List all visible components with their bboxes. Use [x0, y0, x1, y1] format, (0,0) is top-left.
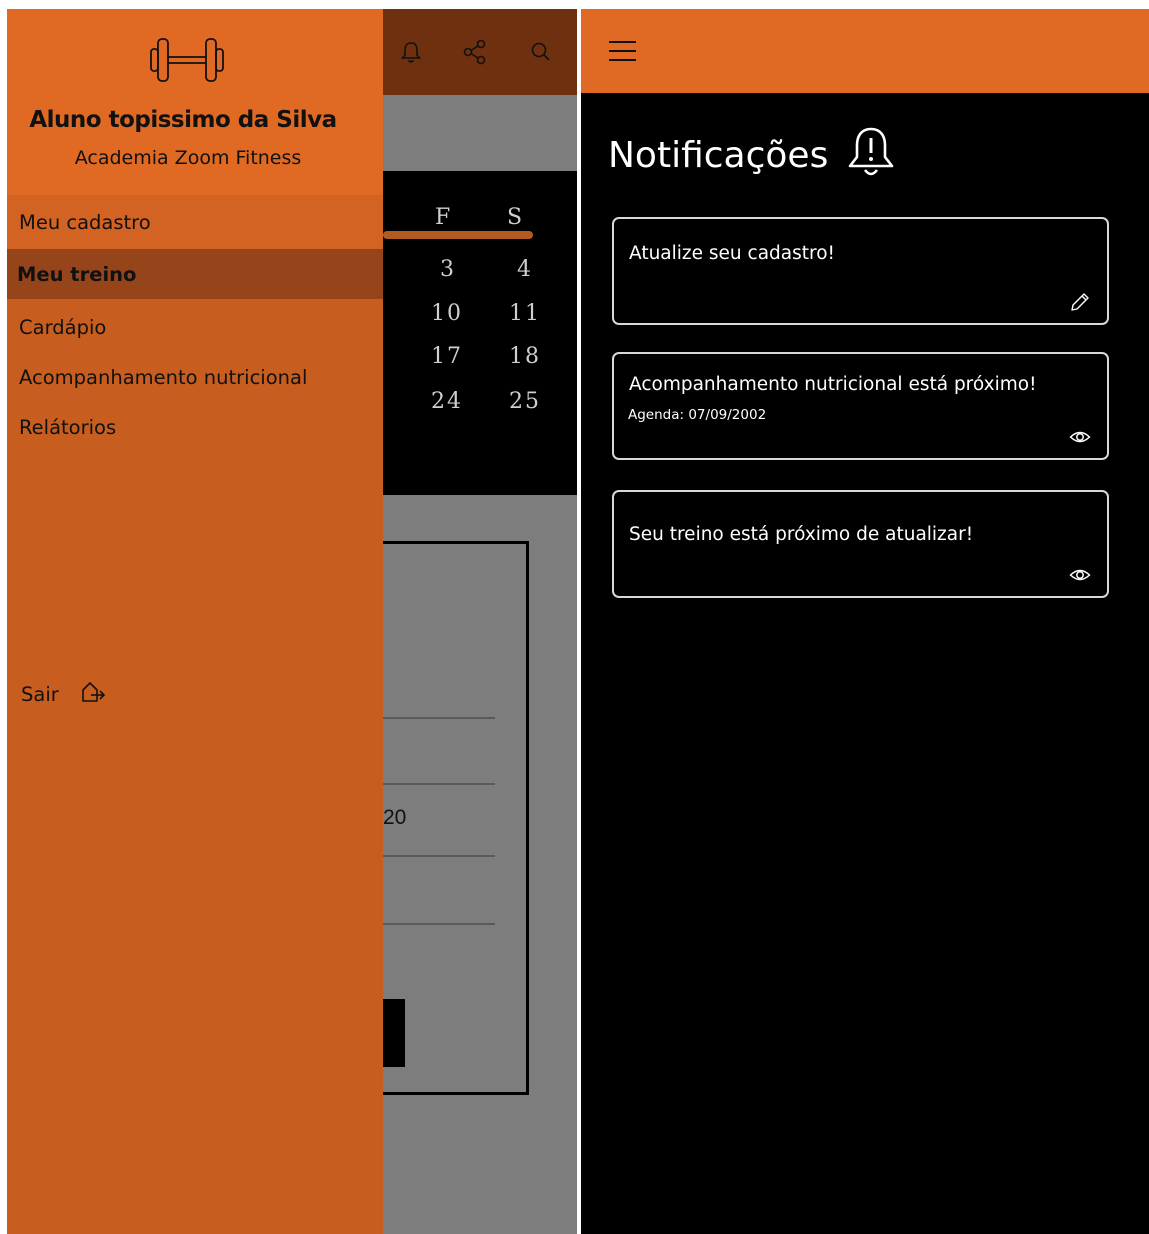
gym-name: Academia Zoom Fitness	[74, 147, 302, 169]
search-icon[interactable]	[527, 37, 555, 67]
menu-item-label: Relátorios	[19, 415, 117, 439]
eye-icon[interactable]	[1069, 426, 1091, 448]
page-title: Notificações	[608, 124, 896, 186]
menu-item-cardapio[interactable]: Cardápio	[7, 305, 383, 349]
menu-item-meu-cadastro[interactable]: Meu cadastro	[7, 195, 383, 249]
bell-alert-icon	[846, 124, 896, 186]
partial-value: 20	[383, 806, 407, 829]
divider	[383, 923, 495, 925]
calendar-day[interactable]: 25	[509, 389, 541, 414]
menu-item-label: Cardápio	[19, 315, 107, 339]
page-title-text: Notificações	[608, 134, 829, 176]
bell-icon[interactable]	[397, 37, 425, 67]
background-button	[383, 999, 405, 1067]
menu-item-label: Meu treino	[17, 262, 137, 286]
notification-message: Atualize seu cadastro!	[629, 243, 835, 264]
drawer-header: Aluno topissimo da Silva Academia Zoom F…	[7, 9, 383, 195]
pencil-icon[interactable]	[1069, 291, 1091, 313]
notification-detail: Agenda: 07/09/2002	[628, 407, 767, 423]
calendar-day[interactable]: 3	[440, 257, 456, 282]
calendar-day[interactable]: 4	[517, 257, 533, 282]
calendar-day[interactable]: 10	[431, 301, 463, 326]
logout-label: Sair	[21, 683, 59, 706]
divider	[383, 717, 495, 719]
notification-card[interactable]: Atualize seu cadastro!	[612, 217, 1109, 325]
calendar-day[interactable]: 17	[431, 344, 463, 369]
eye-icon[interactable]	[1069, 564, 1091, 586]
dumbbell-icon	[145, 35, 229, 85]
hamburger-icon[interactable]	[609, 41, 637, 61]
divider	[383, 855, 495, 857]
calendar-day[interactable]: 24	[431, 389, 463, 414]
logout-button[interactable]: Sair	[21, 679, 107, 710]
notification-card[interactable]: Acompanhamento nutricional está próximo!…	[612, 352, 1109, 460]
notification-message: Seu treino está próximo de atualizar!	[629, 524, 974, 545]
calendar-day[interactable]: 11	[509, 301, 541, 326]
calendar-header: F	[435, 205, 451, 230]
menu-item-acompanhamento-nutricional[interactable]: Acompanhamento nutricional	[7, 355, 383, 399]
app-bar	[581, 9, 1149, 93]
menu-item-meu-treino[interactable]: Meu treino	[7, 249, 383, 299]
menu-item-label: Meu cadastro	[19, 210, 151, 234]
notification-card[interactable]: Seu treino está próximo de atualizar!	[612, 490, 1109, 598]
share-icon[interactable]	[461, 37, 489, 67]
user-name: Aluno topissimo da Silva	[29, 107, 337, 133]
menu-item-relatorios[interactable]: Relátorios	[7, 405, 383, 449]
left-screen: F S 3 4 10 11 17 18 24 25 20 Aluno topis…	[7, 9, 577, 1234]
navigation-drawer: Aluno topissimo da Silva Academia Zoom F…	[7, 9, 383, 1234]
divider	[383, 783, 495, 785]
menu-item-label: Acompanhamento nutricional	[19, 365, 308, 389]
calendar-header: S	[507, 205, 523, 230]
calendar: F S 3 4 10 11 17 18 24 25	[383, 171, 577, 495]
right-screen: Notificações Atualize seu cadastro! Acom…	[581, 9, 1149, 1234]
calendar-day[interactable]: 18	[509, 344, 541, 369]
notification-message: Acompanhamento nutricional está próximo!	[629, 374, 1037, 395]
calendar-week-indicator	[383, 231, 533, 239]
logout-icon	[79, 679, 107, 710]
